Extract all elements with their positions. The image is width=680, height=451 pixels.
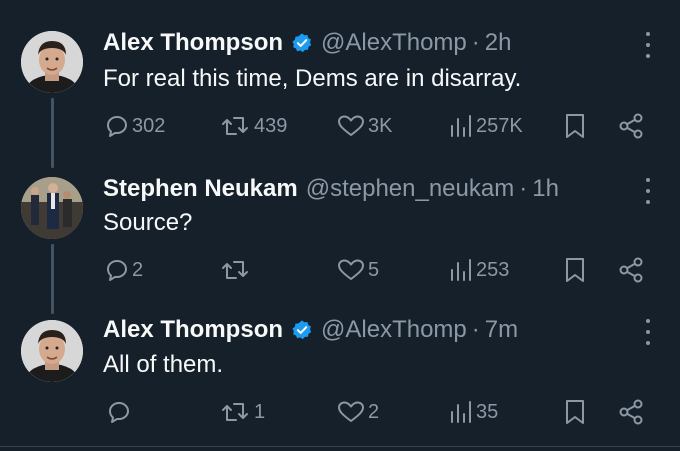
views-button[interactable]: 257K xyxy=(449,111,523,141)
tweet-actions: 302 439 3K 257K xyxy=(0,111,680,141)
separator-dot: · xyxy=(519,175,528,202)
retweet-icon xyxy=(219,400,251,424)
author-handle[interactable]: @AlexThomp xyxy=(321,316,467,344)
share-icon xyxy=(618,113,644,139)
reply-count: 302 xyxy=(132,114,166,137)
tweet[interactable]: Stephen Neukam @stephen_neukam · 1h Sour… xyxy=(0,146,680,296)
reply-icon xyxy=(105,114,129,138)
tweet[interactable]: Alex Thompson @AlexThomp · 7m All of the… xyxy=(0,289,680,439)
retweet-button[interactable]: 1 xyxy=(219,397,265,427)
verified-badge-icon xyxy=(291,319,313,341)
retweet-count: 1 xyxy=(254,400,266,423)
reply-button[interactable]: 302 xyxy=(105,111,165,141)
author-name[interactable]: Stephen Neukam xyxy=(103,175,298,203)
share-button[interactable] xyxy=(618,255,644,285)
reply-count: 2 xyxy=(132,258,144,281)
share-button[interactable] xyxy=(618,397,644,427)
views-icon xyxy=(449,400,473,424)
retweet-icon xyxy=(219,114,251,138)
like-count: 5 xyxy=(368,258,380,281)
separator-dot: · xyxy=(471,316,480,343)
tweet-text: For real this time, Dems are in disarray… xyxy=(103,65,522,92)
bookmark-button[interactable] xyxy=(564,397,586,427)
retweet-button[interactable]: 439 xyxy=(219,111,287,141)
like-button[interactable]: 2 xyxy=(337,397,379,427)
tweet-actions: 2 5 253 xyxy=(0,255,680,285)
reply-button[interactable]: 2 xyxy=(105,255,143,285)
avatar[interactable] xyxy=(21,177,83,239)
bookmark-icon xyxy=(564,113,586,139)
bookmark-icon xyxy=(564,257,586,283)
tweet-actions: 1 2 35 xyxy=(0,397,680,427)
like-button[interactable]: 3K xyxy=(337,111,392,141)
reply-icon xyxy=(105,258,129,282)
reply-icon xyxy=(107,400,131,424)
heart-icon xyxy=(337,400,365,424)
tweet[interactable]: Alex Thompson @AlexThomp · 2h For real t… xyxy=(0,0,680,150)
bookmark-button[interactable] xyxy=(564,111,586,141)
retweet-button[interactable] xyxy=(219,255,254,285)
like-count: 2 xyxy=(368,400,380,423)
tweet-thread: Alex Thompson @AlexThomp · 2h For real t… xyxy=(0,0,680,451)
views-button[interactable]: 35 xyxy=(449,397,498,427)
author-name[interactable]: Alex Thompson xyxy=(103,316,283,344)
views-icon xyxy=(449,258,473,282)
more-icon[interactable] xyxy=(638,178,658,204)
heart-icon xyxy=(337,258,365,282)
timestamp[interactable]: 7m xyxy=(485,316,518,344)
bottom-divider xyxy=(0,446,680,447)
separator-dot: · xyxy=(471,29,480,56)
author-handle[interactable]: @AlexThomp xyxy=(321,29,467,57)
retweet-count: 439 xyxy=(254,114,288,137)
heart-icon xyxy=(337,114,365,138)
reply-button[interactable] xyxy=(107,397,134,427)
tweet-header: Stephen Neukam @stephen_neukam · 1h xyxy=(103,175,559,203)
share-icon xyxy=(618,257,644,283)
views-button[interactable]: 253 xyxy=(449,255,509,285)
bookmark-icon xyxy=(564,399,586,425)
tweet-text: All of them. xyxy=(103,351,224,378)
timestamp[interactable]: 1h xyxy=(532,175,559,203)
retweet-icon xyxy=(219,258,251,282)
tweet-header: Alex Thompson @AlexThomp · 7m xyxy=(103,316,518,344)
author-handle[interactable]: @stephen_neukam xyxy=(306,175,515,203)
views-icon xyxy=(449,114,473,138)
tweet-text: Source? xyxy=(103,209,193,236)
share-button[interactable] xyxy=(618,111,644,141)
verified-badge-icon xyxy=(291,32,313,54)
avatar[interactable] xyxy=(21,320,83,382)
views-count: 257K xyxy=(476,114,523,137)
timestamp[interactable]: 2h xyxy=(485,29,512,57)
share-icon xyxy=(618,399,644,425)
author-name[interactable]: Alex Thompson xyxy=(103,29,283,57)
views-count: 35 xyxy=(476,400,499,423)
views-count: 253 xyxy=(476,258,510,281)
bookmark-button[interactable] xyxy=(564,255,586,285)
tweet-header: Alex Thompson @AlexThomp · 2h xyxy=(103,29,511,57)
more-icon[interactable] xyxy=(638,32,658,58)
avatar[interactable] xyxy=(21,31,83,93)
like-count: 3K xyxy=(368,114,393,137)
more-icon[interactable] xyxy=(638,319,658,345)
like-button[interactable]: 5 xyxy=(337,255,379,285)
